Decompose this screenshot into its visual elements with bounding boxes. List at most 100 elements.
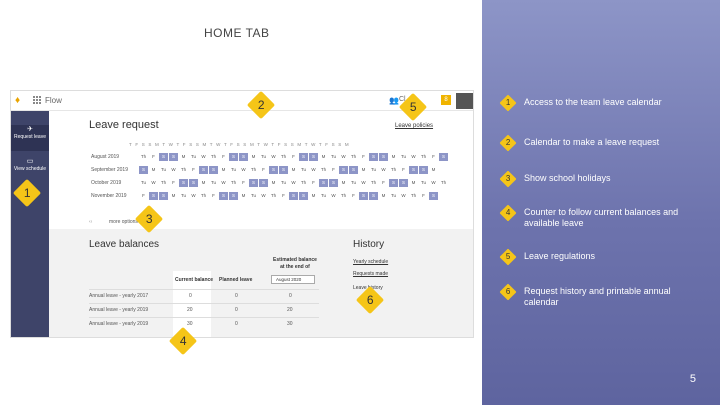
day-cell[interactable]: S (139, 166, 148, 174)
day-cell[interactable]: M (379, 192, 388, 200)
day-cell[interactable]: S (189, 179, 198, 187)
day-cell[interactable]: F (259, 166, 268, 174)
day-cell[interactable]: Th (279, 153, 288, 161)
day-cell[interactable]: F (379, 179, 388, 187)
requests-made-link[interactable]: Requests made (353, 271, 388, 277)
day-cell[interactable]: S (299, 192, 308, 200)
day-cell[interactable]: F (169, 179, 178, 187)
day-cell[interactable]: S (369, 192, 378, 200)
day-cell[interactable]: W (219, 179, 228, 187)
day-cell[interactable]: W (289, 179, 298, 187)
day-cell[interactable]: Tu (389, 192, 398, 200)
day-cell[interactable]: Th (349, 153, 358, 161)
day-cell[interactable]: W (329, 192, 338, 200)
day-cell[interactable]: M (239, 192, 248, 200)
day-cell[interactable]: F (329, 166, 338, 174)
day-cell[interactable]: S (389, 179, 398, 187)
day-cell[interactable]: S (239, 153, 248, 161)
apps-grid-icon[interactable] (33, 96, 41, 104)
day-cell[interactable]: F (359, 153, 368, 161)
day-cell[interactable]: S (149, 192, 158, 200)
day-cell[interactable]: S (329, 179, 338, 187)
day-cell[interactable]: S (229, 192, 238, 200)
day-cell[interactable]: M (249, 153, 258, 161)
day-cell[interactable]: Th (209, 153, 218, 161)
day-cell[interactable]: Tu (189, 153, 198, 161)
day-cell[interactable]: Tu (139, 179, 148, 187)
day-cell[interactable]: W (189, 192, 198, 200)
day-cell[interactable]: F (239, 179, 248, 187)
sidebar-item-request-leave[interactable]: ✈ Request leave (11, 125, 49, 151)
day-cell[interactable]: Th (229, 179, 238, 187)
estimated-date-select[interactable]: August 2020 (271, 275, 315, 284)
notification-badge[interactable]: 8 (441, 95, 451, 105)
day-cell[interactable]: Tu (209, 179, 218, 187)
day-cell[interactable]: M (359, 166, 368, 174)
day-cell[interactable]: W (169, 166, 178, 174)
chevron-left-icon[interactable]: ‹‹ (89, 219, 92, 225)
day-cell[interactable]: S (339, 166, 348, 174)
day-cell[interactable]: S (299, 153, 308, 161)
day-cell[interactable]: F (139, 192, 148, 200)
day-cell[interactable]: F (399, 166, 408, 174)
day-cell[interactable]: M (149, 166, 158, 174)
day-cell[interactable]: Th (199, 192, 208, 200)
day-cell[interactable]: Tu (399, 153, 408, 161)
day-cell[interactable]: F (419, 192, 428, 200)
day-cell[interactable]: Th (439, 179, 448, 187)
day-cell[interactable]: S (259, 179, 268, 187)
day-cell[interactable]: S (279, 166, 288, 174)
day-cell[interactable]: W (149, 179, 158, 187)
leave-policies-link[interactable]: Leave policies (395, 123, 433, 129)
day-cell[interactable]: Th (409, 192, 418, 200)
day-cell[interactable]: Th (299, 179, 308, 187)
day-cell[interactable]: F (279, 192, 288, 200)
day-cell[interactable]: S (419, 166, 428, 174)
day-cell[interactable]: S (209, 166, 218, 174)
day-cell[interactable]: M (389, 153, 398, 161)
day-cell[interactable]: Th (369, 179, 378, 187)
day-cell[interactable]: S (409, 166, 418, 174)
day-cell[interactable]: S (269, 166, 278, 174)
day-cell[interactable]: M (199, 179, 208, 187)
day-cell[interactable]: Tu (159, 166, 168, 174)
day-cell[interactable]: Th (339, 192, 348, 200)
day-cell[interactable]: Tu (279, 179, 288, 187)
day-cell[interactable]: M (339, 179, 348, 187)
day-cell[interactable]: Tu (299, 166, 308, 174)
day-cell[interactable]: W (269, 153, 278, 161)
day-cell[interactable]: Th (269, 192, 278, 200)
day-cell[interactable]: W (309, 166, 318, 174)
yearly-schedule-link[interactable]: Yearly schedule (353, 259, 388, 265)
day-cell[interactable]: F (309, 179, 318, 187)
day-cell[interactable]: S (169, 153, 178, 161)
day-cell[interactable]: Tu (349, 179, 358, 187)
day-cell[interactable]: Tu (369, 166, 378, 174)
day-cell[interactable]: Tu (229, 166, 238, 174)
day-cell[interactable]: Th (159, 179, 168, 187)
day-cell[interactable]: Tu (259, 153, 268, 161)
day-cell[interactable]: S (159, 153, 168, 161)
day-cell[interactable]: S (179, 179, 188, 187)
day-cell[interactable]: M (409, 179, 418, 187)
day-cell[interactable]: W (399, 192, 408, 200)
day-cell[interactable]: S (349, 166, 358, 174)
day-cell[interactable]: S (229, 153, 238, 161)
day-cell[interactable]: W (359, 179, 368, 187)
day-cell[interactable]: Tu (419, 179, 428, 187)
day-cell[interactable]: Tu (329, 153, 338, 161)
day-cell[interactable]: W (199, 153, 208, 161)
day-cell[interactable]: S (159, 192, 168, 200)
day-cell[interactable]: Th (389, 166, 398, 174)
day-cell[interactable]: M (429, 166, 438, 174)
day-cell[interactable]: F (349, 192, 358, 200)
day-cell[interactable]: M (219, 166, 228, 174)
day-cell[interactable]: Tu (249, 192, 258, 200)
sidebar-item-view-schedule[interactable]: ▭ View schedule (11, 157, 49, 183)
day-cell[interactable]: M (319, 153, 328, 161)
day-cell[interactable]: S (369, 153, 378, 161)
day-cell[interactable]: W (239, 166, 248, 174)
day-cell[interactable]: Th (139, 153, 148, 161)
day-cell[interactable]: S (359, 192, 368, 200)
day-cell[interactable]: S (309, 153, 318, 161)
